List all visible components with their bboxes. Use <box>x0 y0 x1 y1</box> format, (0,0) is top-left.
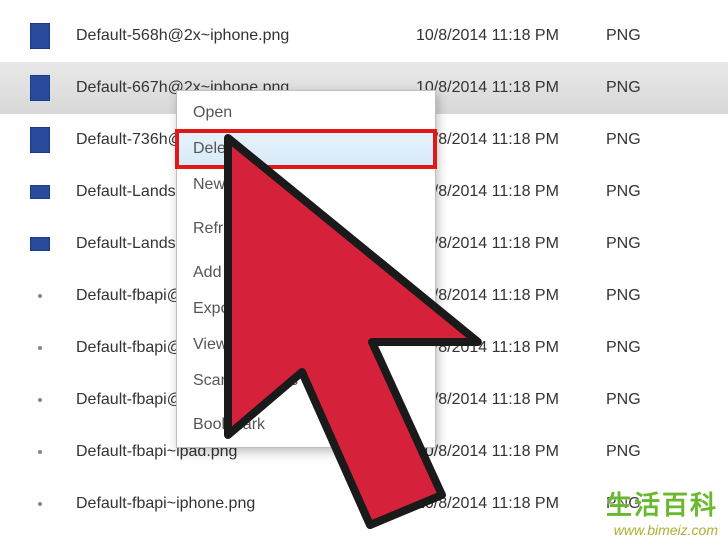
file-icon <box>38 346 42 350</box>
file-icon <box>30 127 50 153</box>
file-type: PNG <box>606 235 641 253</box>
context-menu-item-open[interactable]: Open <box>177 95 435 131</box>
context-menu-item-scan-contents[interactable]: Scan Contents <box>177 363 435 399</box>
file-type: PNG <box>606 79 641 97</box>
menu-separator <box>177 247 435 255</box>
file-icon <box>30 185 50 199</box>
file-type: PNG <box>606 183 641 201</box>
context-menu-item-view-in-explorer[interactable]: View in Explorer <box>177 327 435 363</box>
menu-separator <box>177 203 435 211</box>
file-type: PNG <box>606 287 641 305</box>
file-row[interactable]: Default-568h@2x~iphone.png10/8/2014 11:1… <box>0 10 728 62</box>
file-type: PNG <box>606 391 641 409</box>
file-date: 10/8/2014 11:18 PM <box>416 443 606 461</box>
context-menu-item-new-folder[interactable]: New Folder <box>177 167 435 203</box>
file-type: PNG <box>606 339 641 357</box>
file-date: 10/8/2014 11:18 PM <box>416 131 606 149</box>
file-type: PNG <box>606 443 641 461</box>
context-menu-item-bookmark[interactable]: Bookmark <box>177 407 435 443</box>
context-menu-item-delete[interactable]: Delete <box>177 131 435 167</box>
context-menu-item-add-files[interactable]: Add Files... <box>177 255 435 291</box>
watermark-url: www.bimeiz.com <box>606 522 718 538</box>
file-icon <box>38 502 42 506</box>
file-icon <box>38 398 42 402</box>
file-icon <box>30 23 50 49</box>
file-icon <box>38 450 42 454</box>
file-icon <box>30 237 50 251</box>
file-date: 10/8/2014 11:18 PM <box>416 27 606 45</box>
file-type: PNG <box>606 131 641 149</box>
file-name: Default-568h@2x~iphone.png <box>76 27 416 45</box>
context-menu-item-refresh[interactable]: Refresh <box>177 211 435 247</box>
file-icon <box>38 294 42 298</box>
file-type: PNG <box>606 27 641 45</box>
file-date: 10/8/2014 11:18 PM <box>416 287 606 305</box>
file-icon <box>30 75 50 101</box>
file-date: 10/8/2014 11:18 PM <box>416 495 606 513</box>
file-date: 10/8/2014 11:18 PM <box>416 391 606 409</box>
file-date: 10/8/2014 11:18 PM <box>416 183 606 201</box>
file-name: Default-fbapi~iphone.png <box>76 495 416 513</box>
file-date: 10/8/2014 11:18 PM <box>416 235 606 253</box>
menu-separator <box>177 399 435 407</box>
context-menu-item-export-to-finder[interactable]: Export to Finder <box>177 291 435 327</box>
context-menu: OpenDeleteNew Folder Refresh Add Files...E… <box>176 90 436 448</box>
watermark: 生活百科 www.bimeiz.com <box>606 485 718 538</box>
file-date: 10/8/2014 11:18 PM <box>416 339 606 357</box>
file-date: 10/8/2014 11:18 PM <box>416 79 606 97</box>
watermark-text: 生活百科 <box>606 485 718 522</box>
